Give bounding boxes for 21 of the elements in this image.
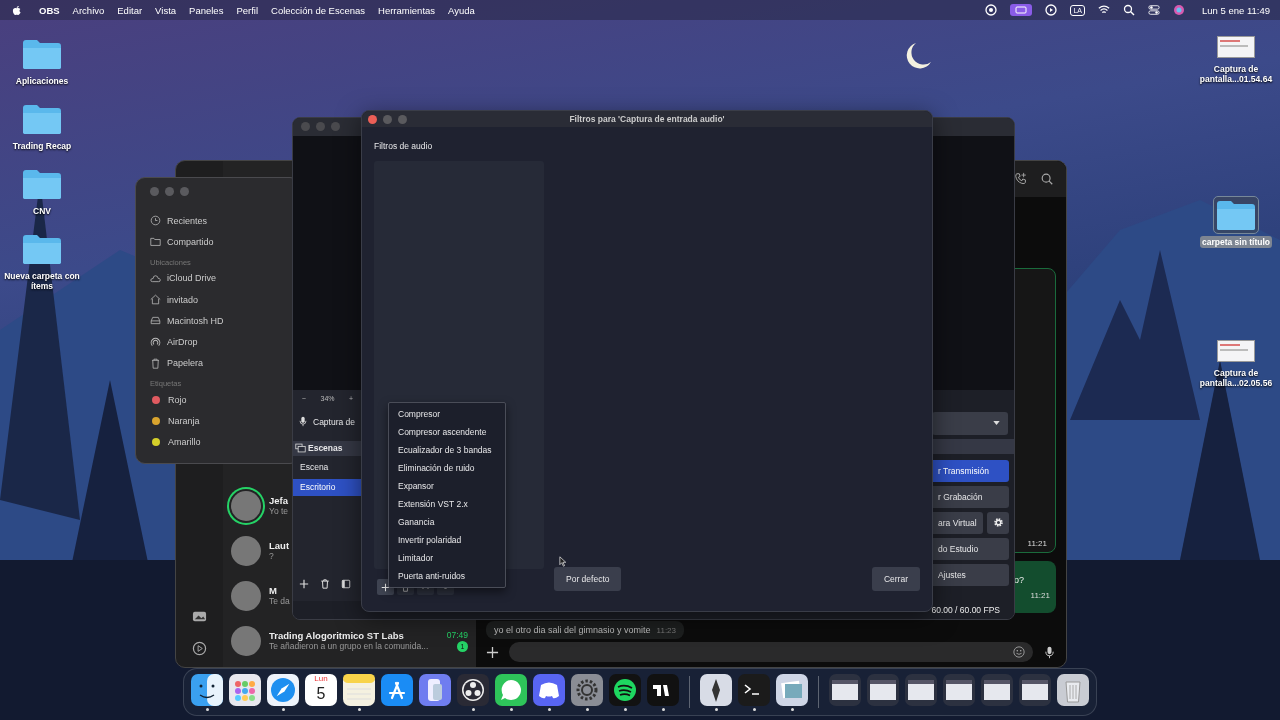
message-text: yo el otro dia sali del gimnasio y vomite [494, 625, 651, 635]
chat-preview: Te da [269, 596, 290, 606]
chat-time: 07:49 [446, 630, 468, 640]
chat-name: Jefa [269, 495, 288, 506]
chat-preview: ? [269, 551, 274, 561]
fps-readout: 60.00 / 60.00 FPS [931, 605, 1000, 615]
message-time: 11:21 [1030, 590, 1050, 600]
chat-preview: Te añadieron a un grupo en la comunida... [269, 641, 429, 651]
chat-name: Trading Alogoritmico ST Labs [269, 629, 404, 641]
calendar-weekday: Lun [314, 673, 328, 684]
chat-name: Laut [269, 540, 290, 551]
menu-bar-clock: Lun 5 ene 11:49 [1202, 4, 1270, 16]
message-time: 11:23 [656, 626, 676, 635]
section-label: Filtros de audio [374, 141, 434, 153]
dialog-title: Filtros para 'Captura de entrada audio' [569, 114, 725, 124]
chat-name: M [269, 585, 277, 596]
calendar-date: 5 [316, 683, 326, 703]
panel-title: Escenas [308, 443, 343, 454]
chat-preview: Yo te [269, 506, 289, 516]
source-name: Captura de [313, 416, 356, 427]
message-time: 11:21 [1027, 539, 1047, 548]
